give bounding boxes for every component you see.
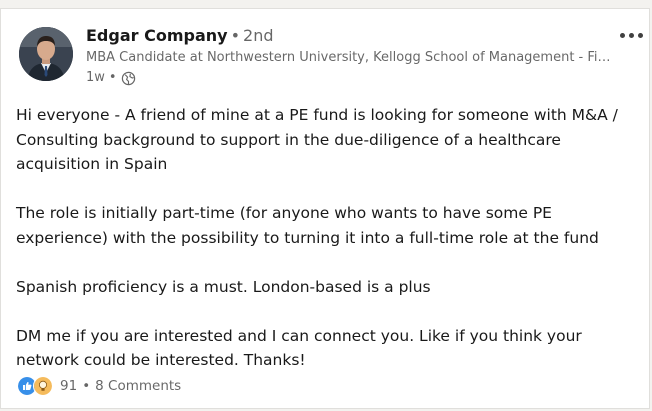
globe-icon [121, 71, 136, 86]
more-options-icon[interactable] [616, 25, 646, 45]
more-dot [628, 32, 634, 38]
more-dot [637, 32, 643, 38]
author-headline: MBA Candidate at Northwestern University… [86, 50, 616, 65]
post-meta: 1w • [86, 69, 136, 87]
post-card: Edgar Company • 2nd MBA Candidate at North… [0, 8, 650, 409]
comments-link[interactable]: 8 Comments [95, 378, 181, 394]
avatar[interactable] [19, 27, 73, 81]
more-dot [619, 32, 625, 38]
separator-dot: • [108, 70, 117, 85]
post-paragraph: The role is initially part-time (for any… [16, 204, 599, 247]
post-paragraph: Hi everyone - A friend of mine at a PE f… [16, 106, 618, 173]
author-name[interactable]: Edgar Company [86, 26, 228, 45]
social-counts: 91 • 8 Comments [17, 376, 181, 396]
reactions[interactable] [17, 376, 53, 396]
post-paragraph: Spanish proficiency is a must. London-ba… [16, 277, 431, 296]
separator-dot: • [82, 378, 91, 394]
insightful-icon [33, 376, 53, 396]
reaction-count[interactable]: 91 [60, 378, 77, 394]
avatar-photo [19, 27, 73, 81]
author-name-row: Edgar Company • 2nd [86, 25, 274, 47]
separator-dot: • [230, 26, 241, 45]
post-body: Hi everyone - A friend of mine at a PE f… [16, 103, 646, 373]
post-paragraph: DM me if you are interested and I can co… [16, 326, 582, 370]
connection-degree: 2nd [243, 26, 274, 45]
post-time: 1w [86, 70, 105, 85]
